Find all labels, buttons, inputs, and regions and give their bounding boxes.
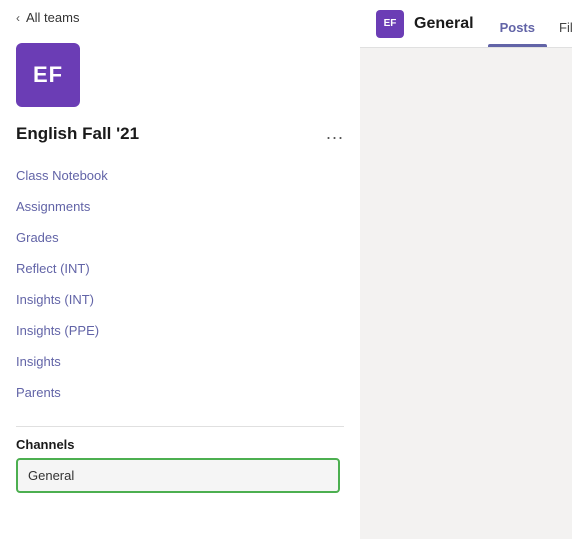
channel-avatar-text: EF bbox=[384, 18, 397, 29]
channel-header: EF General Posts Files bbox=[360, 0, 572, 48]
back-nav-label: All teams bbox=[26, 10, 79, 25]
chevron-left-icon: ‹ bbox=[16, 11, 20, 25]
nav-item-insights-int[interactable]: Insights (INT) bbox=[0, 284, 360, 315]
channel-title: General bbox=[414, 15, 474, 33]
sidebar: ‹ All teams EF English Fall '21 ... Clas… bbox=[0, 0, 360, 539]
right-panel: EF General Posts Files bbox=[360, 0, 572, 539]
team-more-options-button[interactable]: ... bbox=[326, 123, 344, 144]
tab-posts[interactable]: Posts bbox=[488, 20, 547, 47]
channels-section: Channels General bbox=[0, 437, 360, 501]
header-tabs: Posts Files bbox=[488, 0, 572, 47]
back-nav[interactable]: ‹ All teams bbox=[0, 0, 360, 35]
channel-avatar: EF bbox=[376, 10, 404, 38]
tab-posts-label: Posts bbox=[500, 20, 535, 35]
divider bbox=[16, 426, 344, 427]
tab-files[interactable]: Files bbox=[547, 20, 572, 47]
team-header: English Fall '21 ... bbox=[0, 123, 360, 160]
nav-item-insights-ppe[interactable]: Insights (PPE) bbox=[0, 315, 360, 346]
channel-item-general[interactable]: General bbox=[16, 458, 340, 493]
channels-label: Channels bbox=[16, 437, 344, 452]
nav-list: Class Notebook Assignments Grades Reflec… bbox=[0, 160, 360, 416]
nav-item-insights[interactable]: Insights bbox=[0, 346, 360, 377]
nav-item-assignments[interactable]: Assignments bbox=[0, 191, 360, 222]
team-name: English Fall '21 bbox=[16, 124, 139, 144]
nav-item-parents[interactable]: Parents bbox=[0, 377, 360, 408]
nav-item-grades[interactable]: Grades bbox=[0, 222, 360, 253]
tab-files-label: Files bbox=[559, 20, 572, 35]
channel-content bbox=[360, 48, 572, 539]
team-avatar: EF bbox=[16, 43, 80, 107]
nav-item-class-notebook[interactable]: Class Notebook bbox=[0, 160, 360, 191]
nav-item-reflect-int[interactable]: Reflect (INT) bbox=[0, 253, 360, 284]
team-avatar-text: EF bbox=[33, 62, 63, 88]
